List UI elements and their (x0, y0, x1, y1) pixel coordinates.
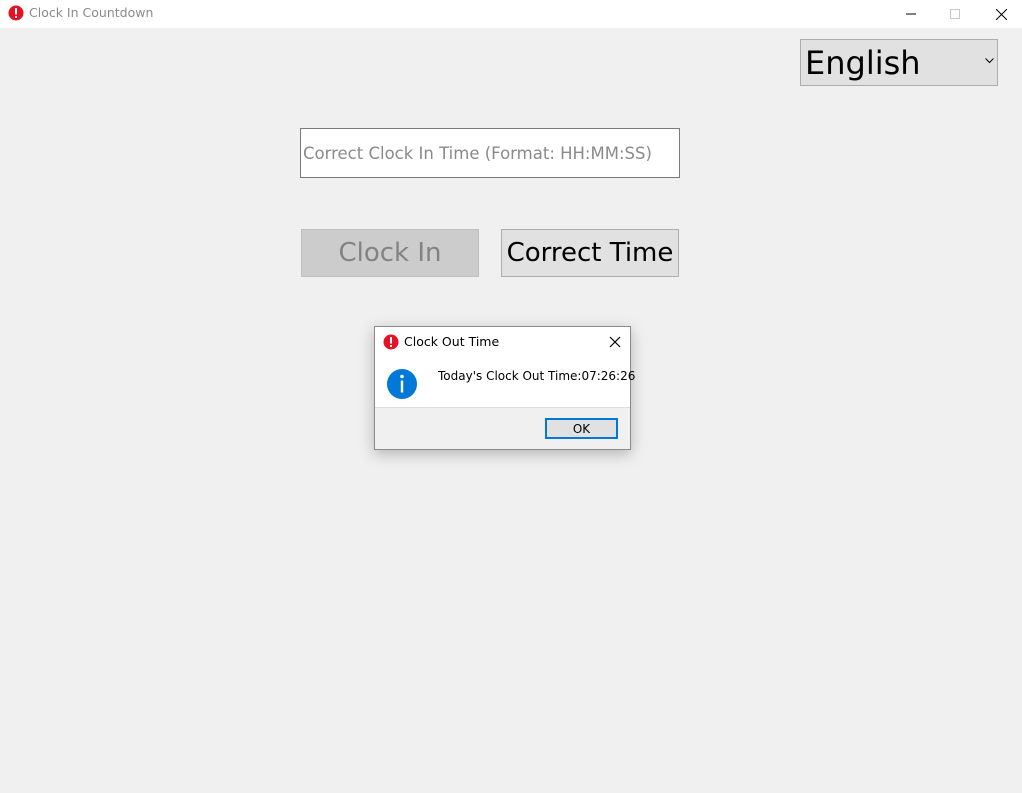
minimize-icon (906, 13, 916, 15)
title-bar[interactable]: Clock In Countdown (0, 0, 1022, 28)
clock-in-time-input[interactable] (300, 128, 680, 178)
language-select-value: English (805, 44, 921, 82)
minimize-button[interactable] (888, 0, 934, 28)
main-window: Clock In Countdown English Clock In Corr… (0, 0, 1022, 793)
dialog-title: Clock Out Time (404, 334, 500, 349)
dialog-message: Today's Clock Out Time:07:26:26 (438, 369, 636, 383)
language-select[interactable]: English (800, 39, 998, 86)
clock-in-button[interactable]: Clock In (301, 229, 479, 277)
dialog-footer: OK (375, 407, 630, 449)
correct-time-button[interactable]: Correct Time (501, 229, 679, 277)
window-title: Clock In Countdown (29, 5, 154, 20)
close-icon (995, 8, 1007, 20)
maximize-button[interactable] (932, 0, 978, 28)
close-button[interactable] (978, 0, 1022, 28)
close-icon[interactable] (607, 334, 623, 350)
chevron-down-icon (985, 58, 994, 64)
info-icon (387, 369, 417, 399)
error-icon (8, 5, 24, 21)
ok-button[interactable]: OK (545, 418, 618, 439)
clock-out-time-dialog: Clock Out Time Today's Clock Out Time:07… (374, 326, 635, 450)
maximize-icon (950, 9, 960, 19)
error-icon (383, 334, 399, 350)
